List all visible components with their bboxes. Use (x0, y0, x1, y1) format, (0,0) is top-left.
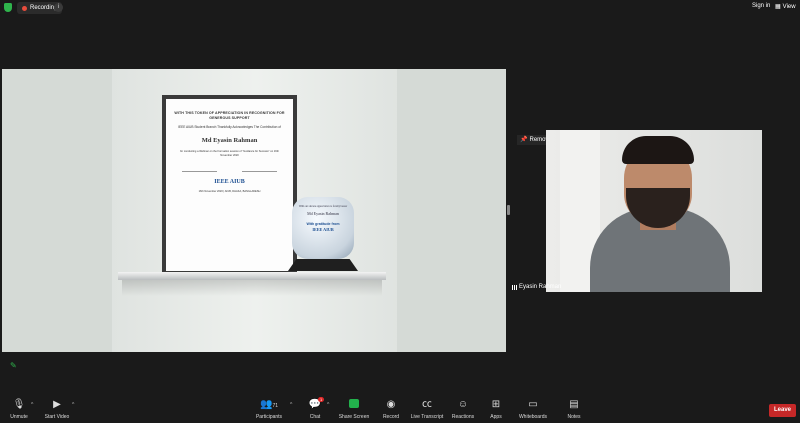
signature-left (182, 171, 217, 173)
certificate: WITH THIS TOKEN OF APPRECIATION IN RECOG… (166, 99, 293, 271)
trophy-base (288, 259, 358, 271)
wall-shelf (118, 272, 386, 280)
shelf-shadow (122, 280, 382, 296)
notes-label: Notes (567, 414, 581, 420)
view-button[interactable]: ▦ View (775, 3, 796, 11)
certificate-subheading: IEEE AIUB Student Branch Thankfully Ackn… (178, 125, 281, 129)
video-off-icon: ▶ (53, 399, 61, 410)
recording-dot-icon (22, 5, 27, 11)
certificate-heading: WITH THIS TOKEN OF APPRECIATION IN RECOG… (174, 111, 285, 120)
notes-button[interactable]: ▤ Notes (549, 399, 599, 421)
wall-left (2, 69, 112, 352)
person-hair (622, 136, 694, 164)
certificate-recipient: Md Eyasin Rahman (201, 137, 258, 144)
panel-splitter-handle[interactable] (507, 205, 510, 215)
meeting-info-icon[interactable]: i (54, 3, 63, 12)
start-video-label: Start Video (44, 414, 70, 420)
certificate-frame: WITH THIS TOKEN OF APPRECIATION IN RECOG… (162, 95, 297, 275)
certificate-logo: IEEE AIUB (214, 179, 245, 186)
pin-icon-left[interactable]: ✎ (10, 361, 22, 371)
participants-label: Participants (255, 414, 283, 420)
trophy-logo: IEEE AIUB (312, 227, 334, 232)
certificate-signatures (174, 171, 285, 173)
participants-count: 71 (272, 403, 278, 409)
trophy-name: Md Eyasin Rahman (307, 211, 339, 216)
pin-icon: 📌 (520, 137, 528, 143)
participant-name: Eyasin Rahman (519, 284, 562, 290)
certificate-body: for conducting a Webinar on the Formatio… (180, 150, 279, 157)
meeting-toolbar: 🎙 Unmute ^ ▶ Start Video ^ 👥71 Participa… (0, 397, 800, 423)
view-grid-icon: ▦ (775, 4, 781, 10)
crystal-trophy: With our sincere appreciation to faculty… (292, 197, 354, 259)
leave-button[interactable]: Leave (769, 404, 796, 417)
trophy-line3: With gratitude from (306, 222, 340, 226)
notes-icon: ▤ (569, 399, 579, 410)
signature-right (242, 171, 277, 173)
start-video-button[interactable]: ▶ Start Video (32, 399, 82, 421)
trophy-line1: With our sincere appreciation to faculty… (298, 205, 348, 208)
participant-name-tag: Eyasin Rahman (512, 284, 561, 290)
certificate-footer: 16th November 2020 | AIUB, DHAKA, BANGLA… (198, 190, 261, 194)
participant-video[interactable] (546, 130, 762, 292)
sign-in-link[interactable]: Sign in (752, 3, 770, 9)
shared-screen: WITH THIS TOKEN OF APPRECIATION IN RECOG… (2, 69, 506, 352)
participants-button[interactable]: 👥71 Participants (244, 399, 294, 421)
signal-strength-icon (512, 284, 517, 290)
view-label: View (782, 3, 796, 10)
top-bar: Recording i Sign in ▦ View (0, 0, 800, 16)
participants-icon: 👥71 (259, 399, 278, 410)
security-shield-icon[interactable] (4, 3, 12, 12)
wall-right (397, 69, 506, 352)
video-options-chevron-icon[interactable]: ^ (72, 402, 74, 408)
